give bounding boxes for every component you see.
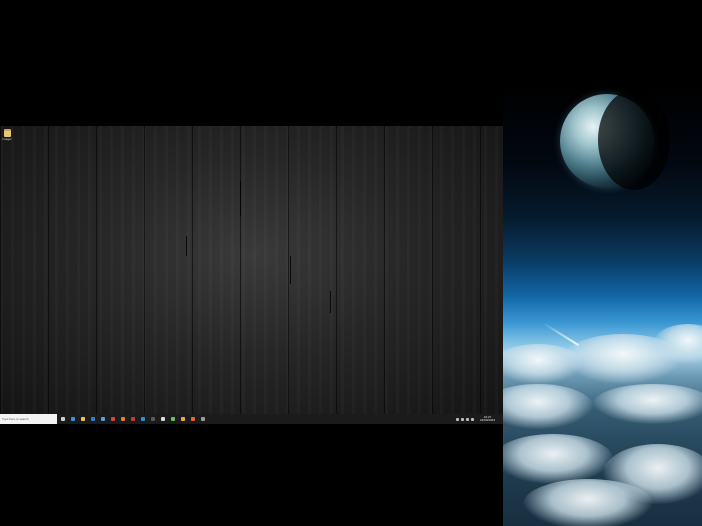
planet-shadow [598, 90, 670, 190]
file-explorer-icon[interactable] [81, 417, 85, 421]
firefox-icon[interactable] [121, 417, 125, 421]
system-tray: 10:27 22/09/2023 [455, 414, 495, 424]
wood-crack [290, 256, 291, 284]
clock-date: 22/09/2023 [479, 418, 495, 422]
app-orange-icon[interactable] [191, 417, 195, 421]
task-view-icon[interactable] [61, 417, 65, 421]
cloud [503, 384, 593, 429]
search-input[interactable]: Type here to search [0, 414, 57, 424]
keyboard-icon[interactable] [470, 417, 474, 421]
cloud [593, 384, 702, 424]
cloud [503, 434, 613, 484]
search-placeholder: Type here to search [2, 417, 29, 421]
chevron-up-icon[interactable] [455, 417, 459, 421]
spacecraft-trail [542, 322, 580, 347]
store-icon[interactable] [101, 417, 105, 421]
network-icon[interactable] [460, 417, 464, 421]
volume-icon[interactable] [465, 417, 469, 421]
paint-icon[interactable] [181, 417, 185, 421]
desktop-wallpaper[interactable]: Imager [0, 126, 503, 414]
app-dark-icon[interactable] [151, 417, 155, 421]
notepad-icon[interactable] [161, 417, 165, 421]
cloud [523, 479, 653, 526]
vscode-icon[interactable] [141, 417, 145, 421]
wood-crack [240, 181, 241, 216]
left-monitor: Imager Type here to search 10:27 22/09/2… [0, 126, 503, 424]
settings-icon[interactable] [201, 417, 205, 421]
app-red-icon[interactable] [131, 417, 135, 421]
taskbar: Type here to search 10:27 22/09/2023 [0, 414, 503, 424]
right-monitor-wallpaper [503, 84, 702, 526]
folder-icon [3, 129, 11, 137]
taskbar-clock[interactable]: 10:27 22/09/2023 [479, 415, 495, 423]
app-green-icon[interactable] [171, 417, 175, 421]
wood-crack [186, 236, 187, 256]
pinned-apps [57, 417, 205, 421]
chrome-icon[interactable] [111, 417, 115, 421]
desktop-icon-folder[interactable]: Imager [2, 129, 12, 141]
edge-icon[interactable] [71, 417, 75, 421]
wood-crack [330, 291, 331, 313]
mail-icon[interactable] [91, 417, 95, 421]
desktop-icon-label: Imager [2, 137, 12, 141]
